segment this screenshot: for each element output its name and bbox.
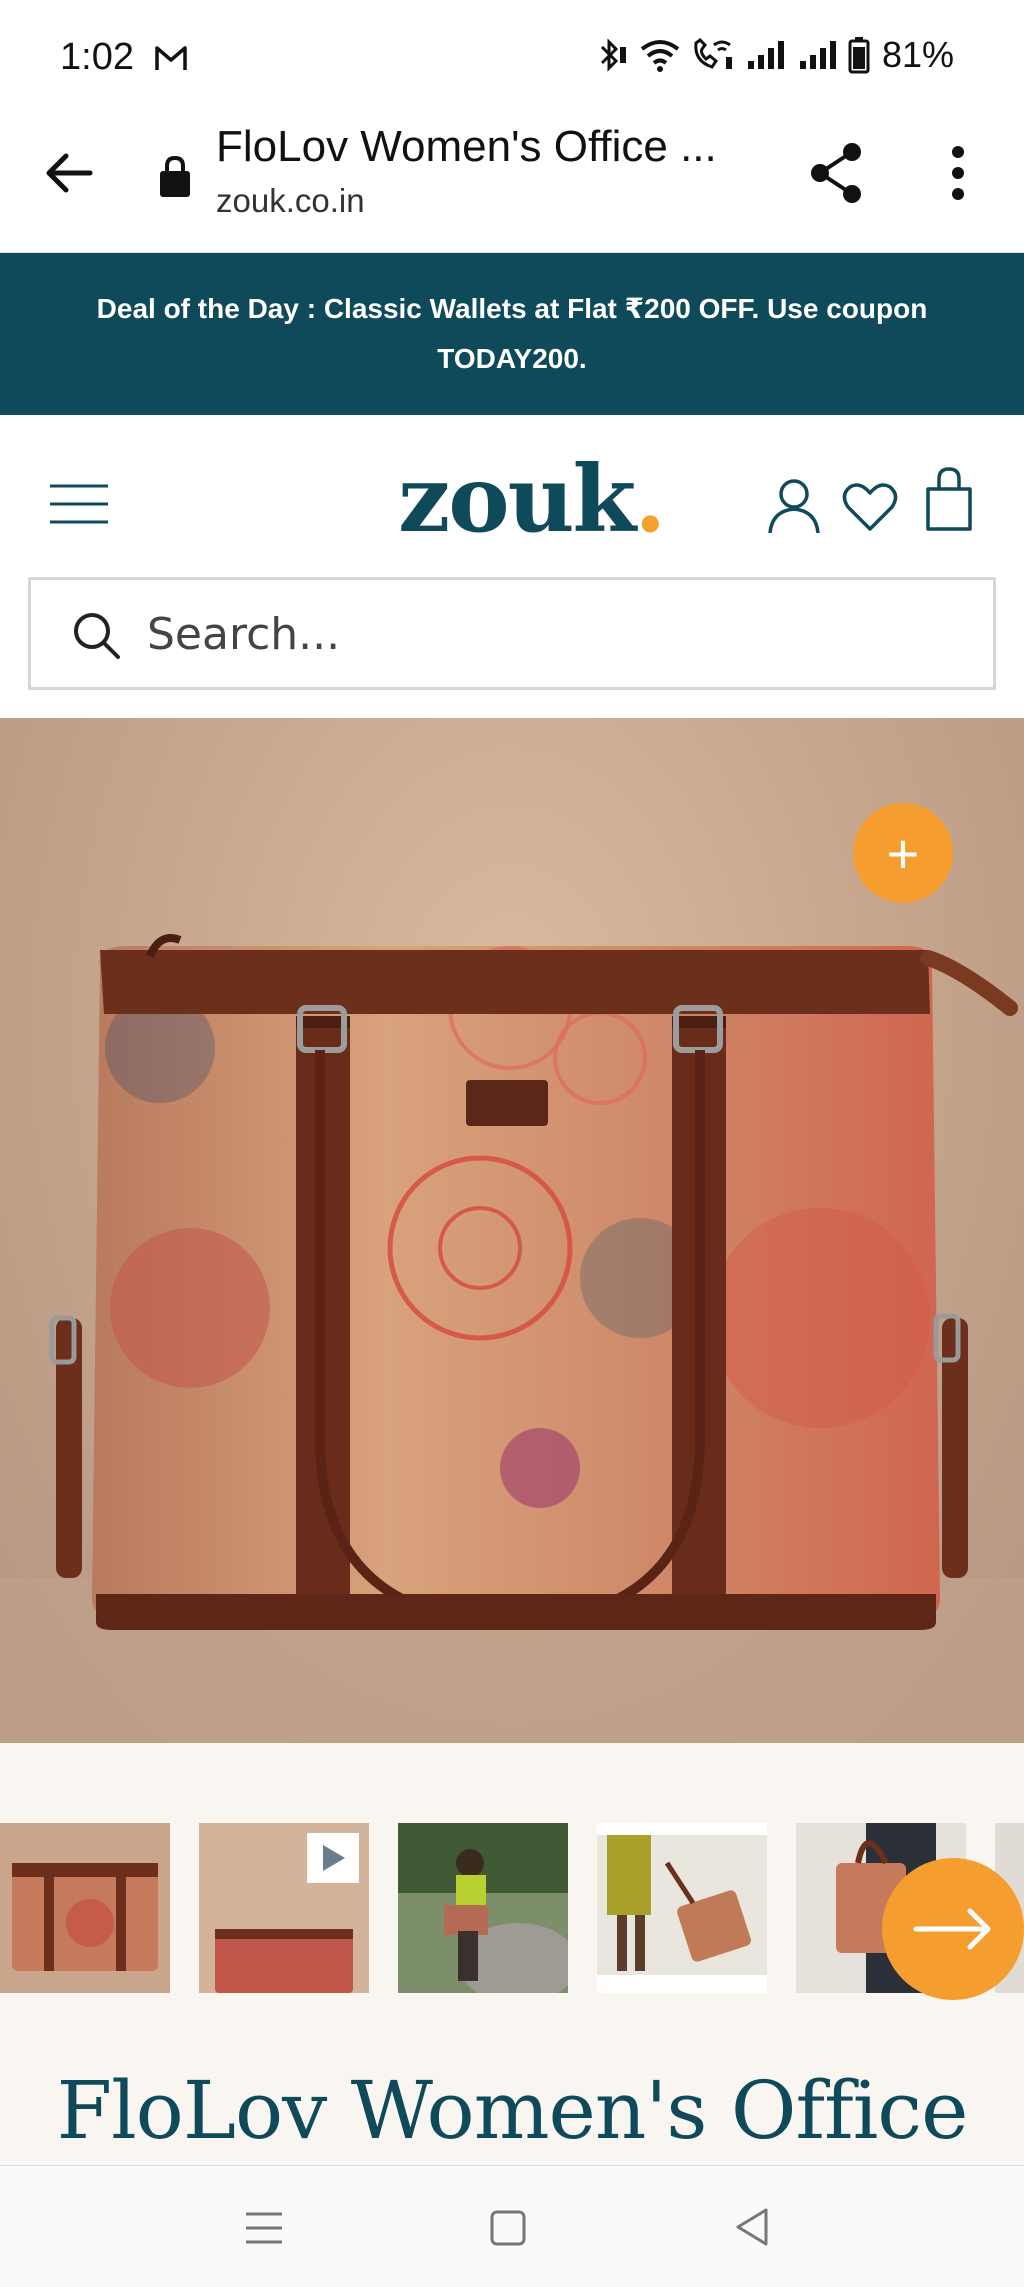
signal-icon <box>799 41 836 69</box>
search-bar[interactable] <box>28 577 996 690</box>
site-header: zouk. <box>0 415 1024 575</box>
battery-percent: 81% <box>881 34 954 75</box>
wifi-icon <box>640 40 680 72</box>
thumbnail-4[interactable] <box>597 1823 767 1993</box>
thumbnail-strip[interactable] <box>0 1743 1024 2030</box>
status-time: 1:02 <box>60 36 134 78</box>
more-vert-icon[interactable] <box>936 140 980 206</box>
browser-url-bar: FloLov Women's Office ... zouk.co.in <box>0 118 1024 253</box>
logo-dot: . <box>634 445 666 553</box>
thumbnail-3[interactable] <box>398 1823 568 1993</box>
share-icon[interactable] <box>806 140 866 206</box>
nav-back-icon[interactable] <box>732 2206 772 2248</box>
bluetooth-icon <box>600 38 626 72</box>
user-icon[interactable] <box>766 477 822 535</box>
thumbnail-1[interactable] <box>0 1823 170 1993</box>
shopping-bag-icon[interactable] <box>924 467 974 531</box>
heart-icon[interactable] <box>842 481 898 533</box>
back-arrow-icon[interactable] <box>38 142 100 204</box>
system-nav-bar <box>0 2165 1024 2287</box>
nav-home-icon[interactable] <box>488 2208 528 2248</box>
battery-icon <box>848 37 870 74</box>
wifi-call-icon <box>694 38 732 69</box>
signal-icon <box>747 41 784 69</box>
zoom-button[interactable]: + <box>853 803 953 903</box>
status-bar: 1:02 81% <box>0 0 1024 118</box>
promo-text: Deal of the Day : Classic Wallets at Fla… <box>96 293 928 374</box>
browser-page-title[interactable]: FloLov Women's Office ... <box>216 122 717 172</box>
product-title-text: FloLov Women's Office <box>56 2064 969 2157</box>
thumbnail-2-video[interactable] <box>199 1823 369 1993</box>
product-title: FloLov Women's Office <box>0 2030 1024 2165</box>
browser-url[interactable]: zouk.co.in <box>216 182 365 220</box>
status-icons: 81% <box>596 34 954 76</box>
search-input[interactable] <box>147 598 967 670</box>
plus-icon: + <box>886 821 920 885</box>
nav-recents-icon[interactable] <box>244 2208 284 2248</box>
hamburger-menu-icon[interactable] <box>50 483 108 525</box>
search-icon[interactable] <box>71 610 121 660</box>
arrow-right-icon[interactable] <box>882 1858 1024 2000</box>
lock-icon[interactable] <box>158 154 192 198</box>
site-logo[interactable]: zouk. <box>398 445 666 553</box>
logo-text: zouk <box>398 445 636 553</box>
gmail-icon <box>155 46 187 70</box>
promo-banner[interactable]: Deal of the Day : Classic Wallets at Fla… <box>0 253 1024 415</box>
